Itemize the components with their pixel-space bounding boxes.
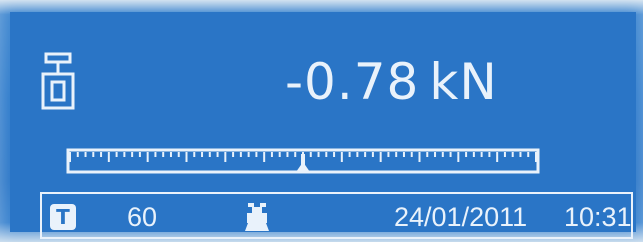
date-value: 24/01/2011 <box>394 202 528 232</box>
status-bar: T 60 24/01/2011 10:31 <box>40 192 633 239</box>
reading-value: -0.78 <box>285 53 420 111</box>
weight-reading: -0.78 kN <box>285 52 498 112</box>
bargraph <box>66 148 540 174</box>
printer-icon <box>245 203 269 231</box>
device-screen: -0.78 kN T 60 24/01/2011 10:31 <box>0 0 643 242</box>
weight-icon <box>41 52 75 110</box>
tare-icon: T <box>50 204 76 230</box>
bargraph-marker-arrow <box>296 162 310 172</box>
count-value: 60 <box>127 202 158 232</box>
time-value: 10:31 <box>564 202 632 232</box>
reading-unit: kN <box>429 53 498 111</box>
bargraph-center-marker <box>296 154 310 172</box>
tare-label: T <box>56 205 70 229</box>
lcd-display: -0.78 kN T 60 24/01/2011 10:31 <box>10 12 636 239</box>
